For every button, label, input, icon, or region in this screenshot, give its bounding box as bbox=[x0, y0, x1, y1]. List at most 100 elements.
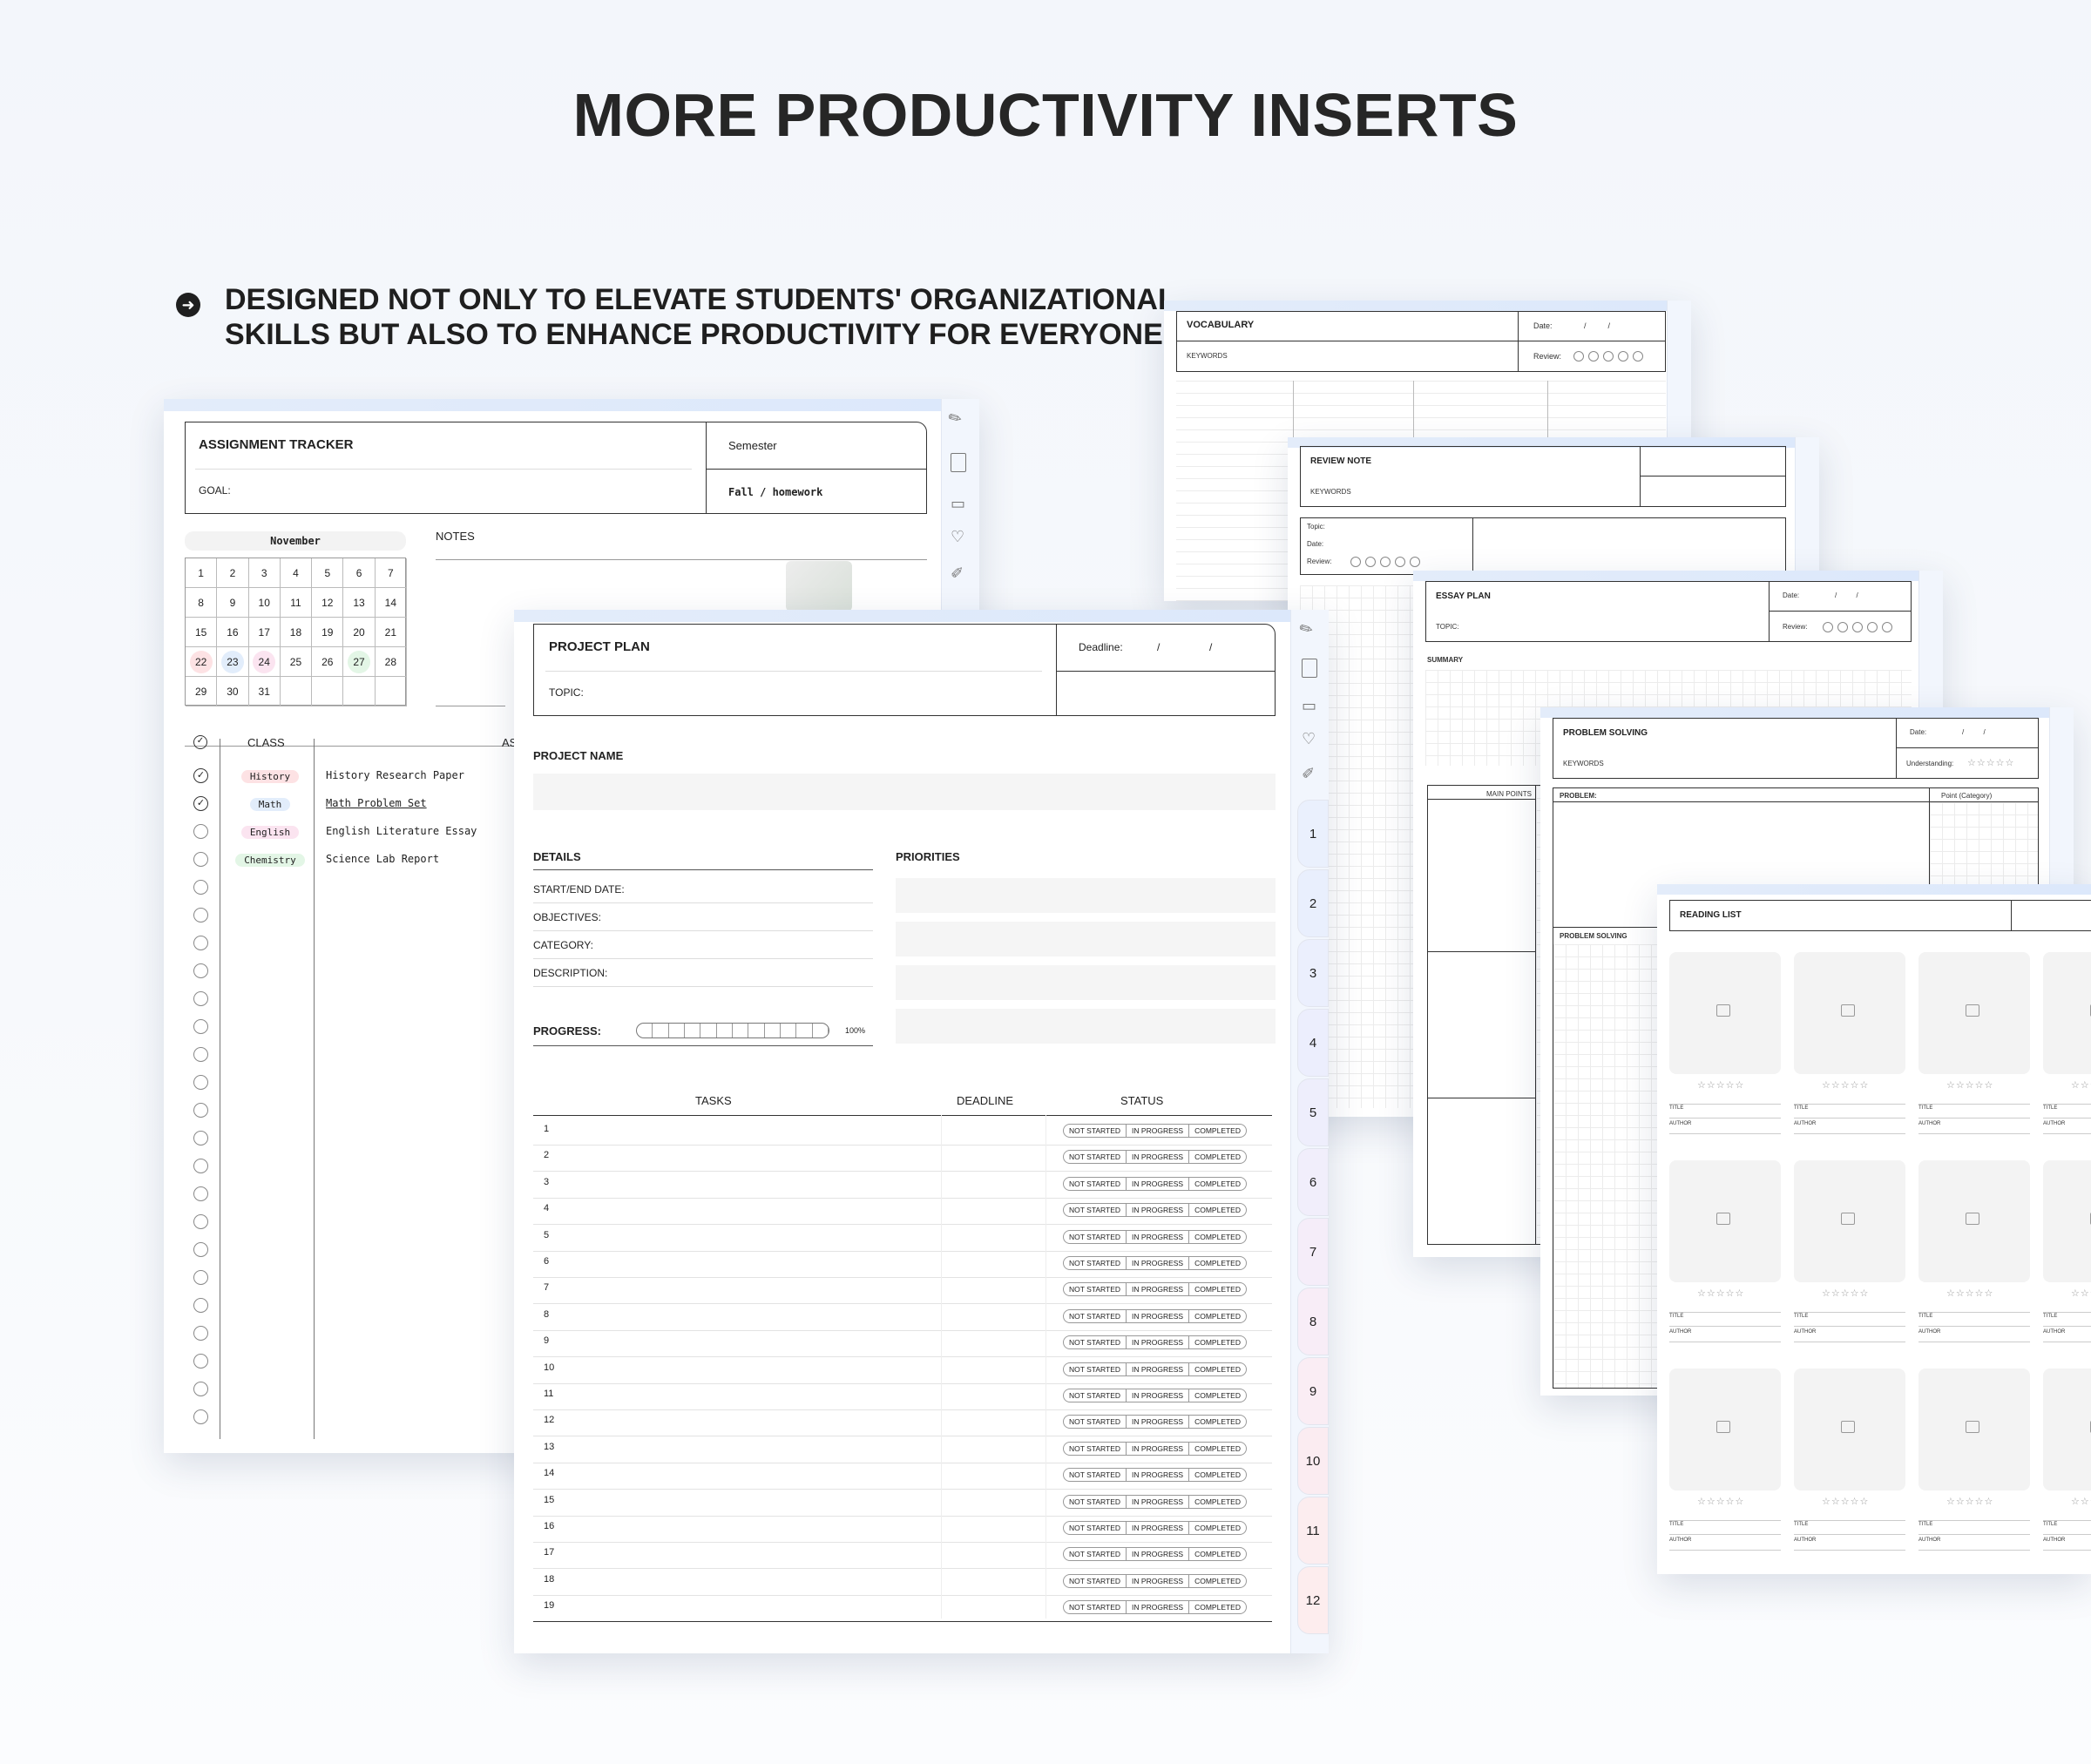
calendar-cell[interactable]: 20 bbox=[343, 618, 376, 647]
priority-field[interactable] bbox=[896, 878, 1276, 913]
calendar-cell[interactable]: 23 bbox=[217, 647, 249, 677]
heart-icon[interactable]: ♡ bbox=[1302, 730, 1316, 748]
edit-icon[interactable]: ✐ bbox=[951, 564, 964, 583]
progress-segment[interactable] bbox=[685, 1024, 701, 1037]
calendar-cell[interactable]: 14 bbox=[375, 588, 407, 618]
status-option[interactable]: COMPLETED bbox=[1189, 1178, 1246, 1190]
class-pill[interactable]: Chemistry bbox=[235, 854, 305, 867]
book-cover-placeholder[interactable] bbox=[2043, 1369, 2091, 1490]
task-status-selector[interactable]: NOT STARTED IN PROGRESS COMPLETED bbox=[1063, 1362, 1247, 1376]
status-option[interactable]: IN PROGRESS bbox=[1127, 1257, 1190, 1269]
progress-segment[interactable] bbox=[733, 1024, 749, 1037]
review-circle[interactable] bbox=[1410, 557, 1420, 567]
task-status-selector[interactable]: NOT STARTED IN PROGRESS COMPLETED bbox=[1063, 1415, 1247, 1429]
rating-stars[interactable]: ☆☆☆☆☆ bbox=[2071, 1288, 2091, 1299]
status-option[interactable]: IN PROGRESS bbox=[1127, 1283, 1190, 1296]
status-option[interactable]: NOT STARTED bbox=[1064, 1204, 1127, 1217]
status-option[interactable]: NOT STARTED bbox=[1064, 1416, 1127, 1429]
assignment-checkbox[interactable]: ✓ bbox=[193, 796, 208, 811]
task-status-selector[interactable]: NOT STARTED IN PROGRESS COMPLETED bbox=[1063, 1256, 1247, 1270]
review-circle[interactable] bbox=[1633, 351, 1643, 362]
month-tab[interactable]: 7 bbox=[1297, 1218, 1329, 1286]
assignment-checkbox[interactable] bbox=[193, 1409, 208, 1424]
task-status-selector[interactable]: NOT STARTED IN PROGRESS COMPLETED bbox=[1063, 1494, 1247, 1509]
rating-stars[interactable]: ☆☆☆☆☆ bbox=[2071, 1079, 2091, 1091]
progress-segment[interactable] bbox=[717, 1024, 733, 1037]
calendar-cell[interactable]: 15 bbox=[186, 618, 218, 647]
status-option[interactable]: COMPLETED bbox=[1189, 1469, 1246, 1481]
status-option[interactable]: NOT STARTED bbox=[1064, 1309, 1127, 1322]
month-tab[interactable]: 10 bbox=[1297, 1427, 1329, 1495]
review-circle[interactable] bbox=[1837, 622, 1848, 632]
status-option[interactable]: NOT STARTED bbox=[1064, 1336, 1127, 1349]
status-option[interactable]: IN PROGRESS bbox=[1127, 1469, 1190, 1482]
calendar-cell[interactable]: 4 bbox=[280, 558, 313, 588]
priority-field[interactable] bbox=[896, 1009, 1276, 1044]
status-option[interactable]: NOT STARTED bbox=[1064, 1177, 1127, 1190]
notebook-icon[interactable] bbox=[1302, 659, 1317, 678]
review-circle[interactable] bbox=[1852, 622, 1863, 632]
status-option[interactable]: COMPLETED bbox=[1189, 1125, 1246, 1137]
calendar-cell[interactable]: 24 bbox=[248, 647, 281, 677]
rating-stars[interactable]: ☆☆☆☆☆ bbox=[1697, 1288, 1744, 1299]
calendar-cell[interactable]: 25 bbox=[280, 647, 313, 677]
class-pill[interactable]: English bbox=[240, 826, 300, 839]
calendar-cell[interactable]: 29 bbox=[186, 677, 218, 706]
semester-value[interactable]: Fall / homework bbox=[728, 486, 822, 498]
review-circle[interactable] bbox=[1882, 622, 1892, 632]
status-option[interactable]: COMPLETED bbox=[1189, 1496, 1246, 1508]
assignment-checkbox[interactable] bbox=[193, 1159, 208, 1173]
status-option[interactable]: IN PROGRESS bbox=[1127, 1495, 1190, 1508]
status-option[interactable]: COMPLETED bbox=[1189, 1522, 1246, 1534]
calendar-cell[interactable]: 18 bbox=[280, 618, 313, 647]
calendar-cell[interactable]: 17 bbox=[248, 618, 281, 647]
pencil-icon[interactable]: ✎ bbox=[1296, 618, 1317, 641]
task-status-selector[interactable]: NOT STARTED IN PROGRESS COMPLETED bbox=[1063, 1335, 1247, 1350]
month-tab[interactable]: 8 bbox=[1297, 1288, 1329, 1355]
review-circle[interactable] bbox=[1618, 351, 1628, 362]
book-cover-placeholder[interactable] bbox=[1669, 952, 1781, 1074]
calendar-cell[interactable]: 21 bbox=[375, 618, 407, 647]
assignment-name[interactable]: History Research Paper bbox=[326, 769, 464, 781]
status-option[interactable]: COMPLETED bbox=[1189, 1416, 1246, 1428]
project-name-field[interactable] bbox=[533, 774, 1276, 810]
task-status-selector[interactable]: NOT STARTED IN PROGRESS COMPLETED bbox=[1063, 1521, 1247, 1535]
status-option[interactable]: IN PROGRESS bbox=[1127, 1151, 1190, 1164]
review-circle[interactable] bbox=[1867, 622, 1878, 632]
status-option[interactable]: NOT STARTED bbox=[1064, 1601, 1127, 1614]
edit-icon[interactable]: ✐ bbox=[1302, 765, 1315, 783]
book-cover-placeholder[interactable] bbox=[1794, 952, 1905, 1074]
calendar-cell[interactable]: 1 bbox=[186, 558, 218, 588]
calendar-cell[interactable]: 22 bbox=[186, 647, 218, 677]
status-option[interactable]: COMPLETED bbox=[1189, 1389, 1246, 1402]
task-status-selector[interactable]: NOT STARTED IN PROGRESS COMPLETED bbox=[1063, 1282, 1247, 1297]
status-option[interactable]: IN PROGRESS bbox=[1127, 1601, 1190, 1614]
status-option[interactable]: NOT STARTED bbox=[1064, 1495, 1127, 1508]
calendar-cell[interactable]: 26 bbox=[312, 647, 344, 677]
calendar-cell[interactable]: 31 bbox=[248, 677, 281, 706]
status-option[interactable]: NOT STARTED bbox=[1064, 1362, 1127, 1375]
month-tab[interactable]: 11 bbox=[1297, 1497, 1329, 1565]
status-option[interactable]: IN PROGRESS bbox=[1127, 1204, 1190, 1217]
assignment-name[interactable]: English Literature Essay bbox=[326, 825, 477, 837]
assignment-checkbox[interactable] bbox=[193, 963, 208, 978]
task-status-selector[interactable]: NOT STARTED IN PROGRESS COMPLETED bbox=[1063, 1150, 1247, 1165]
calendar-cell[interactable]: 2 bbox=[217, 558, 249, 588]
task-status-selector[interactable]: NOT STARTED IN PROGRESS COMPLETED bbox=[1063, 1547, 1247, 1562]
calendar-cell[interactable]: 12 bbox=[312, 588, 344, 618]
task-status-selector[interactable]: NOT STARTED IN PROGRESS COMPLETED bbox=[1063, 1600, 1247, 1615]
status-option[interactable]: COMPLETED bbox=[1189, 1601, 1246, 1613]
status-option[interactable]: NOT STARTED bbox=[1064, 1125, 1127, 1137]
task-status-selector[interactable]: NOT STARTED IN PROGRESS COMPLETED bbox=[1063, 1441, 1247, 1456]
progress-segment[interactable] bbox=[653, 1024, 669, 1037]
task-status-selector[interactable]: NOT STARTED IN PROGRESS COMPLETED bbox=[1063, 1389, 1247, 1402]
assignment-checkbox[interactable] bbox=[193, 1047, 208, 1062]
month-tab[interactable]: 3 bbox=[1297, 939, 1329, 1007]
assignment-checkbox[interactable] bbox=[193, 936, 208, 950]
assignment-checkbox[interactable] bbox=[193, 1242, 208, 1257]
status-option[interactable]: COMPLETED bbox=[1189, 1548, 1246, 1560]
month-tab[interactable]: 5 bbox=[1297, 1078, 1329, 1146]
month-tab[interactable]: 2 bbox=[1297, 869, 1329, 937]
progress-segment[interactable] bbox=[796, 1024, 813, 1037]
status-option[interactable]: IN PROGRESS bbox=[1127, 1177, 1190, 1190]
